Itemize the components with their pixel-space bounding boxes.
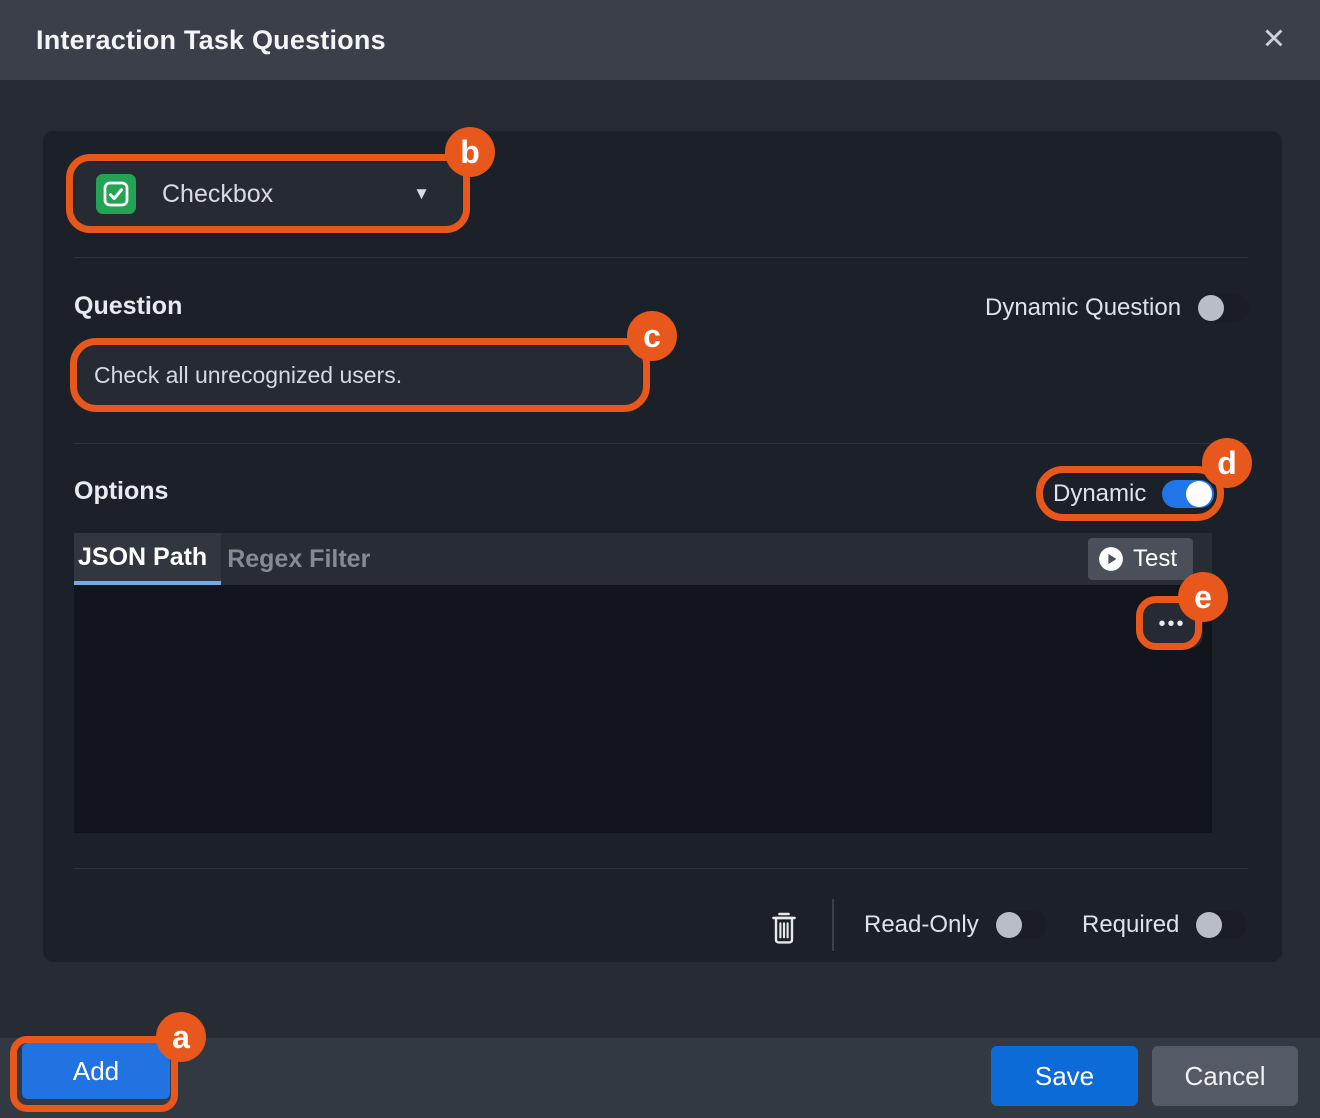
question-type-value: Checkbox: [162, 180, 273, 209]
chevron-down-icon: ▼: [413, 184, 430, 204]
save-button[interactable]: Save: [991, 1046, 1138, 1106]
dynamic-question-toggle[interactable]: [1197, 294, 1249, 322]
dynamic-question-label: Dynamic Question: [985, 294, 1181, 322]
toggle-knob: [1196, 912, 1222, 938]
options-dynamic-toggle[interactable]: [1162, 480, 1214, 508]
modal-title: Interaction Task Questions: [36, 25, 386, 56]
readonly-toggle[interactable]: [995, 911, 1047, 939]
column-header-json-path[interactable]: JSON Path: [74, 533, 221, 585]
required-toggle[interactable]: [1195, 911, 1247, 939]
question-label: Question: [74, 292, 182, 321]
divider: [74, 443, 1248, 444]
modal-titlebar: Interaction Task Questions ✕: [0, 0, 1320, 80]
add-button[interactable]: Add: [22, 1043, 170, 1099]
options-dynamic-label: Dynamic: [1053, 480, 1146, 508]
column-header-regex-filter[interactable]: Regex Filter: [221, 533, 388, 585]
question-input-value: Check all unrecognized users.: [94, 362, 402, 389]
options-table-body[interactable]: [74, 585, 1212, 833]
divider: [74, 257, 1248, 258]
required-toggle-row: Required: [1082, 911, 1247, 939]
cancel-button[interactable]: Cancel: [1152, 1046, 1298, 1106]
toggle-knob: [996, 912, 1022, 938]
readonly-label: Read-Only: [864, 911, 979, 939]
checkbox-icon: [96, 174, 136, 214]
test-button-label: Test: [1133, 545, 1177, 573]
delete-question-button[interactable]: [768, 908, 800, 948]
test-button[interactable]: Test: [1088, 538, 1193, 580]
options-table-header: JSON Path Regex Filter Test: [74, 533, 1212, 585]
play-icon: [1098, 546, 1124, 572]
ellipsis-button[interactable]: •••: [1141, 600, 1203, 648]
options-label: Options: [74, 477, 168, 506]
close-icon[interactable]: ✕: [1262, 26, 1286, 55]
toggle-knob: [1186, 481, 1212, 507]
divider: [74, 868, 1248, 869]
options-dynamic-toggle-row: Dynamic: [1053, 480, 1214, 508]
readonly-toggle-row: Read-Only: [864, 911, 1047, 939]
dynamic-question-toggle-row: Dynamic Question: [985, 294, 1249, 322]
required-label: Required: [1082, 911, 1179, 939]
vertical-divider: [832, 899, 834, 951]
question-input[interactable]: Check all unrecognized users.: [76, 345, 642, 405]
toggle-knob: [1198, 295, 1224, 321]
question-type-dropdown[interactable]: Checkbox ▼: [74, 162, 462, 226]
